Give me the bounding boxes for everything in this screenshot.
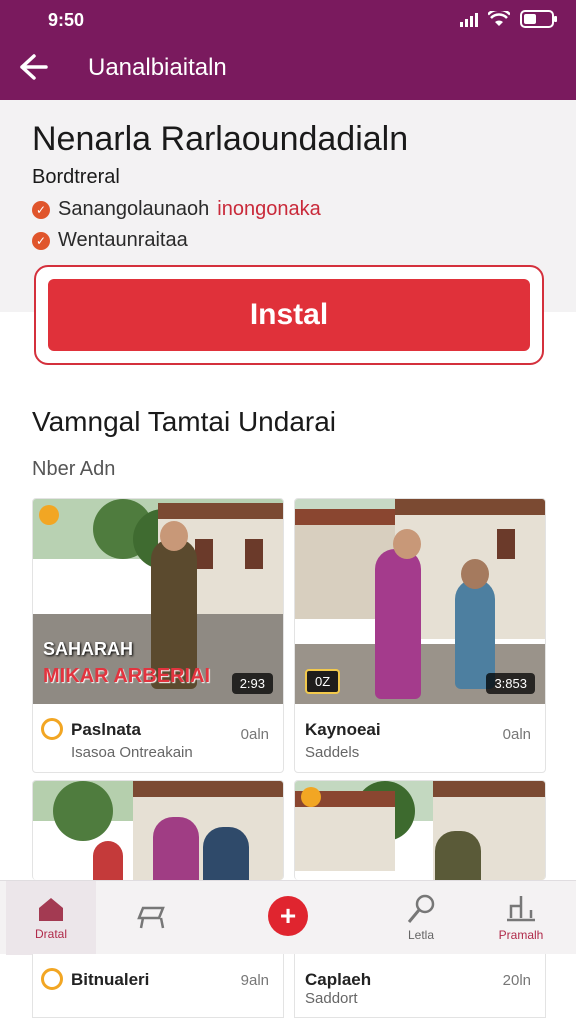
feature-accent: inongonaka <box>217 198 321 220</box>
card-time: 9aln <box>240 972 269 989</box>
signal-icon <box>460 11 478 27</box>
card-subtitle: Saddels <box>305 744 360 761</box>
video-thumbnail[interactable] <box>295 781 545 880</box>
card-time: 20ln <box>502 972 531 989</box>
thumbnail-caption: MIKAR ARBERIAI <box>43 665 211 687</box>
home-icon <box>39 898 63 921</box>
library-icon <box>507 896 535 922</box>
channel-icon <box>41 968 63 990</box>
feature-text: Sanangolaunaoh <box>58 198 210 220</box>
battery-icon <box>520 10 558 28</box>
app-name: Nenarla Rarlaoundadialn <box>32 120 409 158</box>
card-time: 0aln <box>502 726 531 743</box>
card-title: Kaynoeai <box>305 720 381 739</box>
card-subtitle: Saddort <box>305 990 358 1007</box>
nav-label: Pramalh <box>498 928 544 942</box>
section-subtitle: Nber Adn <box>32 458 116 480</box>
nav-home[interactable]: Dratal <box>6 881 96 955</box>
card-title: Paslnata <box>71 720 141 739</box>
video-card[interactable] <box>32 780 284 880</box>
nav-label: Dratal <box>34 927 67 941</box>
wifi-icon <box>488 11 510 27</box>
video-thumbnail[interactable] <box>33 781 283 880</box>
back-arrow-icon[interactable] <box>18 52 50 82</box>
duration-badge: 3:853 <box>486 673 535 694</box>
nav-library[interactable]: Pramalh <box>476 881 566 955</box>
badge-icon <box>301 787 321 807</box>
video-card[interactable]: SAHARAH MIKAR ARBERIAI 2:93 Paslnata Isa… <box>32 498 284 773</box>
install-button[interactable]: Instal <box>48 279 530 351</box>
thumbnail-caption: SAHARAH <box>43 639 133 659</box>
badge-icon <box>39 505 59 525</box>
explore-icon <box>137 906 165 929</box>
app-bar: 9:50 Uanalbiaitaln <box>0 0 576 100</box>
card-meta: Paslnata Isasoa Ontreakain 0aln <box>33 704 283 772</box>
add-button[interactable]: + <box>268 896 308 936</box>
video-card[interactable]: 0Z 3:853 Kaynoeai Saddels 0aln <box>294 498 546 773</box>
card-subtitle: Isasoa Ontreakain <box>71 744 193 761</box>
status-icons <box>460 10 558 28</box>
nav-discover[interactable]: Letla <box>376 881 466 955</box>
compass-icon <box>407 894 435 923</box>
card-meta[interactable]: Caplaeh Saddort 20ln <box>294 954 546 1018</box>
video-card[interactable] <box>294 780 546 880</box>
card-meta: Kaynoeai Saddels 0aln <box>295 704 545 772</box>
card-meta[interactable]: Bitnualeri 9aln <box>32 954 284 1018</box>
nav-explore[interactable] <box>108 881 198 955</box>
app-title: Uanalbiaitaln <box>88 54 227 81</box>
card-title: Bitnualeri <box>71 970 150 989</box>
status-time: 9:50 <box>48 10 85 30</box>
check-icon: ✓ <box>32 231 50 250</box>
badge-label: 0Z <box>305 669 341 694</box>
video-thumbnail[interactable]: 0Z 3:853 <box>295 499 545 704</box>
duration-badge: 2:93 <box>231 673 273 694</box>
app-subtitle: Bordtreral <box>32 166 120 188</box>
feature-text: Wentaunraitaa <box>58 229 188 251</box>
video-thumbnail[interactable]: SAHARAH MIKAR ARBERIAI 2:93 <box>33 499 283 704</box>
feature-row: ✓ Wentaunraitaa <box>32 229 188 252</box>
card-title: Caplaeh <box>305 970 372 989</box>
nav-label: Letla <box>407 928 435 942</box>
check-icon: ✓ <box>32 200 50 219</box>
channel-icon <box>41 718 63 740</box>
card-time: 0aln <box>240 726 269 743</box>
feature-row: ✓ Sanangolaunaoh inongonaka <box>32 198 321 221</box>
section-title: Vamngal Tamtai Undarai <box>32 406 337 437</box>
